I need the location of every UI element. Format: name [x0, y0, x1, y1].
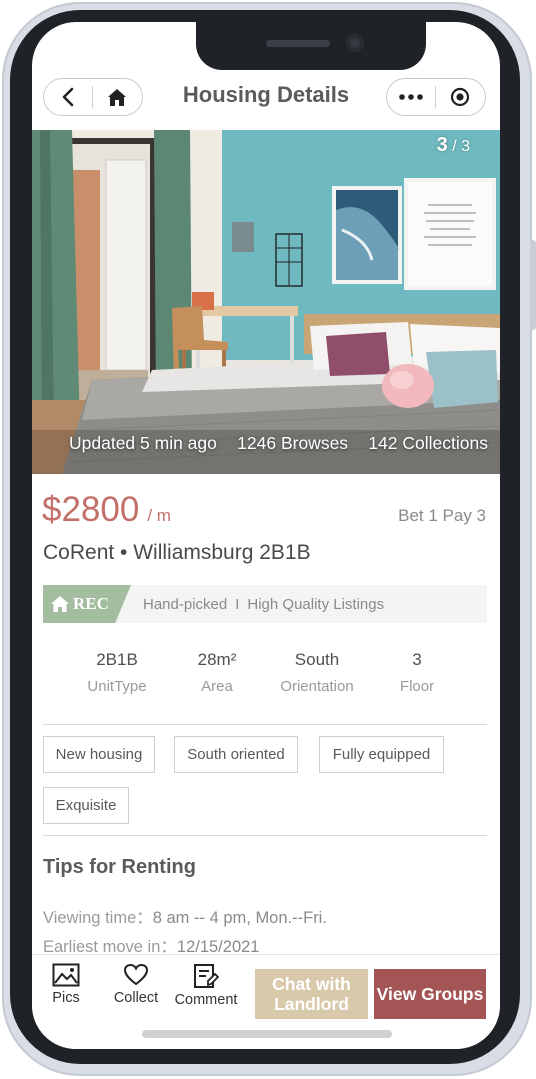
rec-badge-label: REC: [73, 594, 109, 613]
navigation-bar: Housing Details: [32, 70, 500, 132]
pics-button[interactable]: Pics: [52, 963, 80, 1006]
feature-tag: Exquisite: [43, 787, 129, 824]
rec-tagline: Hand-picked I High Quality Listings: [143, 596, 384, 613]
viewing-time-value: 8 am -- 4 pm, Mon.--Fri.: [152, 909, 327, 927]
home-indicator: [142, 1030, 392, 1038]
spec-label: Orientation: [280, 678, 354, 695]
screen: Housing Details 3 / 3 Updated 5 min ago …: [32, 22, 500, 1049]
divider: [43, 724, 487, 725]
updated-time: Updated 5 min ago: [69, 433, 217, 453]
spec-value: South: [294, 650, 340, 669]
speaker: [266, 40, 330, 47]
collection-count: 142 Collections: [368, 433, 488, 453]
chat-with-landlord-button[interactable]: Chat with Landlord: [255, 969, 368, 1019]
rent-price: $2800: [42, 490, 140, 529]
comment-edit-icon: [194, 964, 219, 988]
spec-label: Area: [201, 678, 233, 695]
view-groups-button[interactable]: View Groups: [374, 969, 486, 1019]
pics-label: Pics: [52, 990, 80, 1006]
image-icon: [52, 963, 80, 987]
price-row: $2800 / m Bet 1 Pay 3: [42, 490, 486, 530]
viewing-time-label: Viewing time：: [43, 909, 153, 927]
spec-orientation: South Orientation: [243, 650, 391, 695]
spec-label: Floor: [399, 678, 435, 695]
front-camera: [346, 34, 364, 52]
divider: [43, 835, 487, 836]
spec-label: UnitType: [87, 678, 147, 695]
photo-stats: Updated 5 min ago 1246 Browses 142 Colle…: [69, 433, 488, 454]
spec-value: 2B1B: [96, 650, 138, 669]
payment-terms: Bet 1 Pay 3: [398, 506, 486, 525]
viewing-time: Viewing time：8 am -- 4 pm, Mon.--Fri.: [43, 904, 327, 928]
feature-tag: New housing: [43, 736, 155, 773]
collect-button[interactable]: Collect: [112, 963, 160, 1006]
room-photo: [32, 130, 500, 474]
listing-title: CoRent • Williamsburg 2B1B: [43, 541, 311, 564]
side-button: [530, 240, 536, 330]
specs-row: 2B1B UnitType 28m² Area South Orientatio…: [43, 650, 487, 695]
recommendation-banner: REC Hand-picked I High Quality Listings: [43, 585, 487, 623]
rec-tagline-right: High Quality Listings: [247, 596, 385, 613]
spec-value: 3: [412, 650, 422, 669]
photo-total-count: 3: [461, 138, 470, 155]
heart-icon: [123, 963, 149, 986]
photo-page-indicator: 3 / 3: [437, 134, 470, 157]
home-icon: [51, 596, 69, 612]
feature-tag: Fully equipped: [319, 736, 444, 773]
rec-tagline-separator: I: [235, 596, 240, 613]
comment-button[interactable]: Comment: [172, 963, 240, 1008]
tips-title: Tips for Renting: [43, 856, 196, 878]
notch: [196, 22, 426, 70]
spec-value: 28m²: [197, 650, 237, 669]
more-dots-icon: [398, 94, 423, 100]
more-button[interactable]: [387, 79, 435, 115]
target-circle-icon: [451, 87, 470, 107]
rec-tagline-left: Hand-picked: [143, 596, 228, 613]
room-photo-carousel[interactable]: 3 / 3 Updated 5 min ago 1246 Browses 142…: [32, 130, 500, 474]
browse-count: 1246 Browses: [237, 433, 349, 453]
photo-current-index: 3: [436, 134, 448, 156]
comment-label: Comment: [174, 992, 238, 1008]
photo-index-separator: /: [452, 138, 457, 155]
spec-unit-type: 2B1B UnitType: [43, 650, 191, 695]
collect-label: Collect: [113, 990, 159, 1006]
feature-tag: South oriented: [174, 736, 298, 773]
close-miniprogram-button[interactable]: [436, 79, 486, 115]
spec-floor: 3 Floor: [391, 650, 443, 695]
price-unit: / m: [147, 506, 171, 525]
rec-badge: REC: [43, 585, 131, 623]
nav-right-capsule: [386, 78, 486, 116]
spec-area: 28m² Area: [191, 650, 243, 695]
